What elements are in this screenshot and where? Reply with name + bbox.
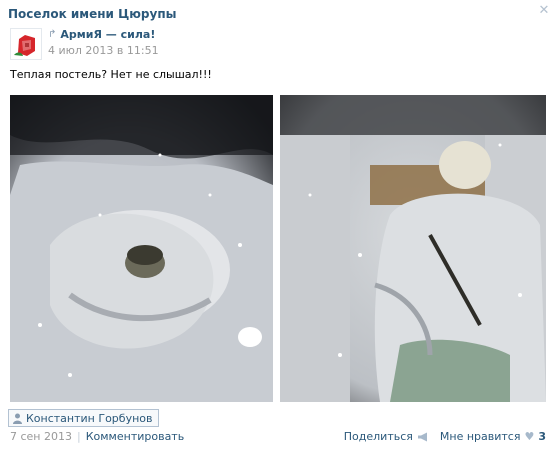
photo-tag[interactable]: Константин Горбунов: [8, 409, 160, 427]
photo-sitting-soldier[interactable]: [280, 95, 546, 402]
post-footer-left: 7 сен 2013 | Комментировать: [10, 430, 184, 443]
tagged-person-name: Константин Горбунов: [26, 411, 153, 425]
megaphone-icon: [417, 432, 427, 441]
footer-separator: |: [77, 430, 81, 443]
repost-source-name[interactable]: АрмиЯ — сила!: [60, 28, 155, 41]
person-icon: [13, 413, 22, 424]
share-button[interactable]: Поделиться: [344, 430, 428, 443]
photo-sleeping-soldier[interactable]: [10, 95, 273, 402]
post-footer-right: Поделиться Мне нравится ♥ 3: [344, 430, 546, 443]
like-label: Мне нравится: [439, 430, 521, 443]
like-button[interactable]: Мне нравится ♥ 3: [440, 430, 546, 443]
avatar[interactable]: [10, 28, 42, 60]
post-date[interactable]: 4 июл 2013 в 11:51: [48, 44, 159, 57]
comment-link[interactable]: Комментировать: [86, 430, 184, 443]
post-text: Теплая постель? Нет не слышал!!!: [10, 68, 212, 81]
repost-arrow-icon: ↱: [48, 29, 57, 40]
heart-icon: ♥: [524, 430, 535, 443]
repost-source: ↱ АрмиЯ — сила!: [48, 28, 155, 41]
like-count: 3: [538, 430, 546, 443]
share-label: Поделиться: [343, 430, 413, 443]
group-title[interactable]: Поселок имени Цюрупы: [8, 7, 176, 21]
footer-date[interactable]: 7 сен 2013: [10, 430, 72, 443]
close-icon[interactable]: ✕: [538, 4, 550, 17]
